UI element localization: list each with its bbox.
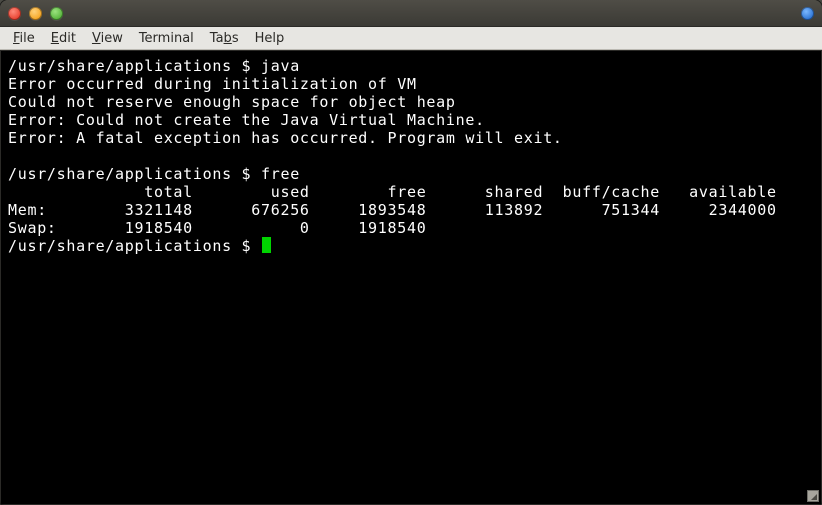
menu-help[interactable]: Help	[248, 29, 292, 48]
menu-view-rest: iew	[101, 31, 123, 46]
prompt-3: /usr/share/applications $	[8, 237, 251, 255]
window-indicator-icon	[801, 7, 814, 20]
menu-edit[interactable]: Edit	[44, 29, 83, 48]
line-prompt-3: /usr/share/applications $	[8, 237, 271, 255]
prompt-2: /usr/share/applications $	[8, 165, 251, 183]
line-java-err2: Could not reserve enough space for objec…	[8, 93, 456, 111]
line-free-swap: Swap: 1918540 0 1918540	[8, 219, 426, 237]
maximize-icon[interactable]	[50, 7, 63, 20]
title-bar[interactable]	[0, 0, 822, 27]
cursor-icon	[262, 237, 271, 253]
minimize-icon[interactable]	[29, 7, 42, 20]
prompt-1: /usr/share/applications $	[8, 57, 251, 75]
line-prompt-2: /usr/share/applications $ free	[8, 165, 300, 183]
cmd-java: java	[261, 57, 300, 75]
menu-edit-rest: dit	[59, 31, 76, 46]
menu-bar: File Edit View Terminal Tabs Help	[0, 27, 822, 50]
line-java-err3: Error: Could not create the Java Virtual…	[8, 111, 485, 129]
terminal-output[interactable]: /usr/share/applications $ java Error occ…	[3, 53, 819, 502]
line-free-header: total used free shared buff/cache availa…	[8, 183, 777, 201]
menu-file[interactable]: File	[6, 29, 42, 48]
terminal-frame: /usr/share/applications $ java Error occ…	[0, 50, 822, 505]
window-controls	[8, 7, 63, 20]
cmd-free: free	[261, 165, 300, 183]
menu-view[interactable]: View	[85, 29, 130, 48]
terminal-window: File Edit View Terminal Tabs Help /usr/s…	[0, 0, 822, 505]
line-java-err1: Error occurred during initialization of …	[8, 75, 417, 93]
line-free-mem: Mem: 3321148 676256 1893548 113892 75134…	[8, 201, 777, 219]
line-java-err4: Error: A fatal exception has occurred. P…	[8, 129, 563, 147]
menu-file-rest: ile	[20, 31, 35, 46]
close-icon[interactable]	[8, 7, 21, 20]
menu-tabs[interactable]: Tabs	[203, 29, 246, 48]
menu-terminal[interactable]: Terminal	[132, 29, 201, 48]
resize-grip-icon[interactable]	[807, 490, 819, 502]
line-prompt-1: /usr/share/applications $ java	[8, 57, 300, 75]
